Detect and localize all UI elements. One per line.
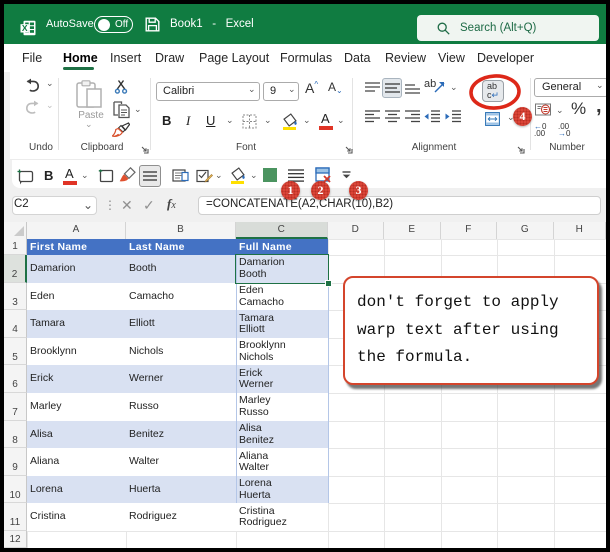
svg-text:X: X	[22, 23, 28, 33]
